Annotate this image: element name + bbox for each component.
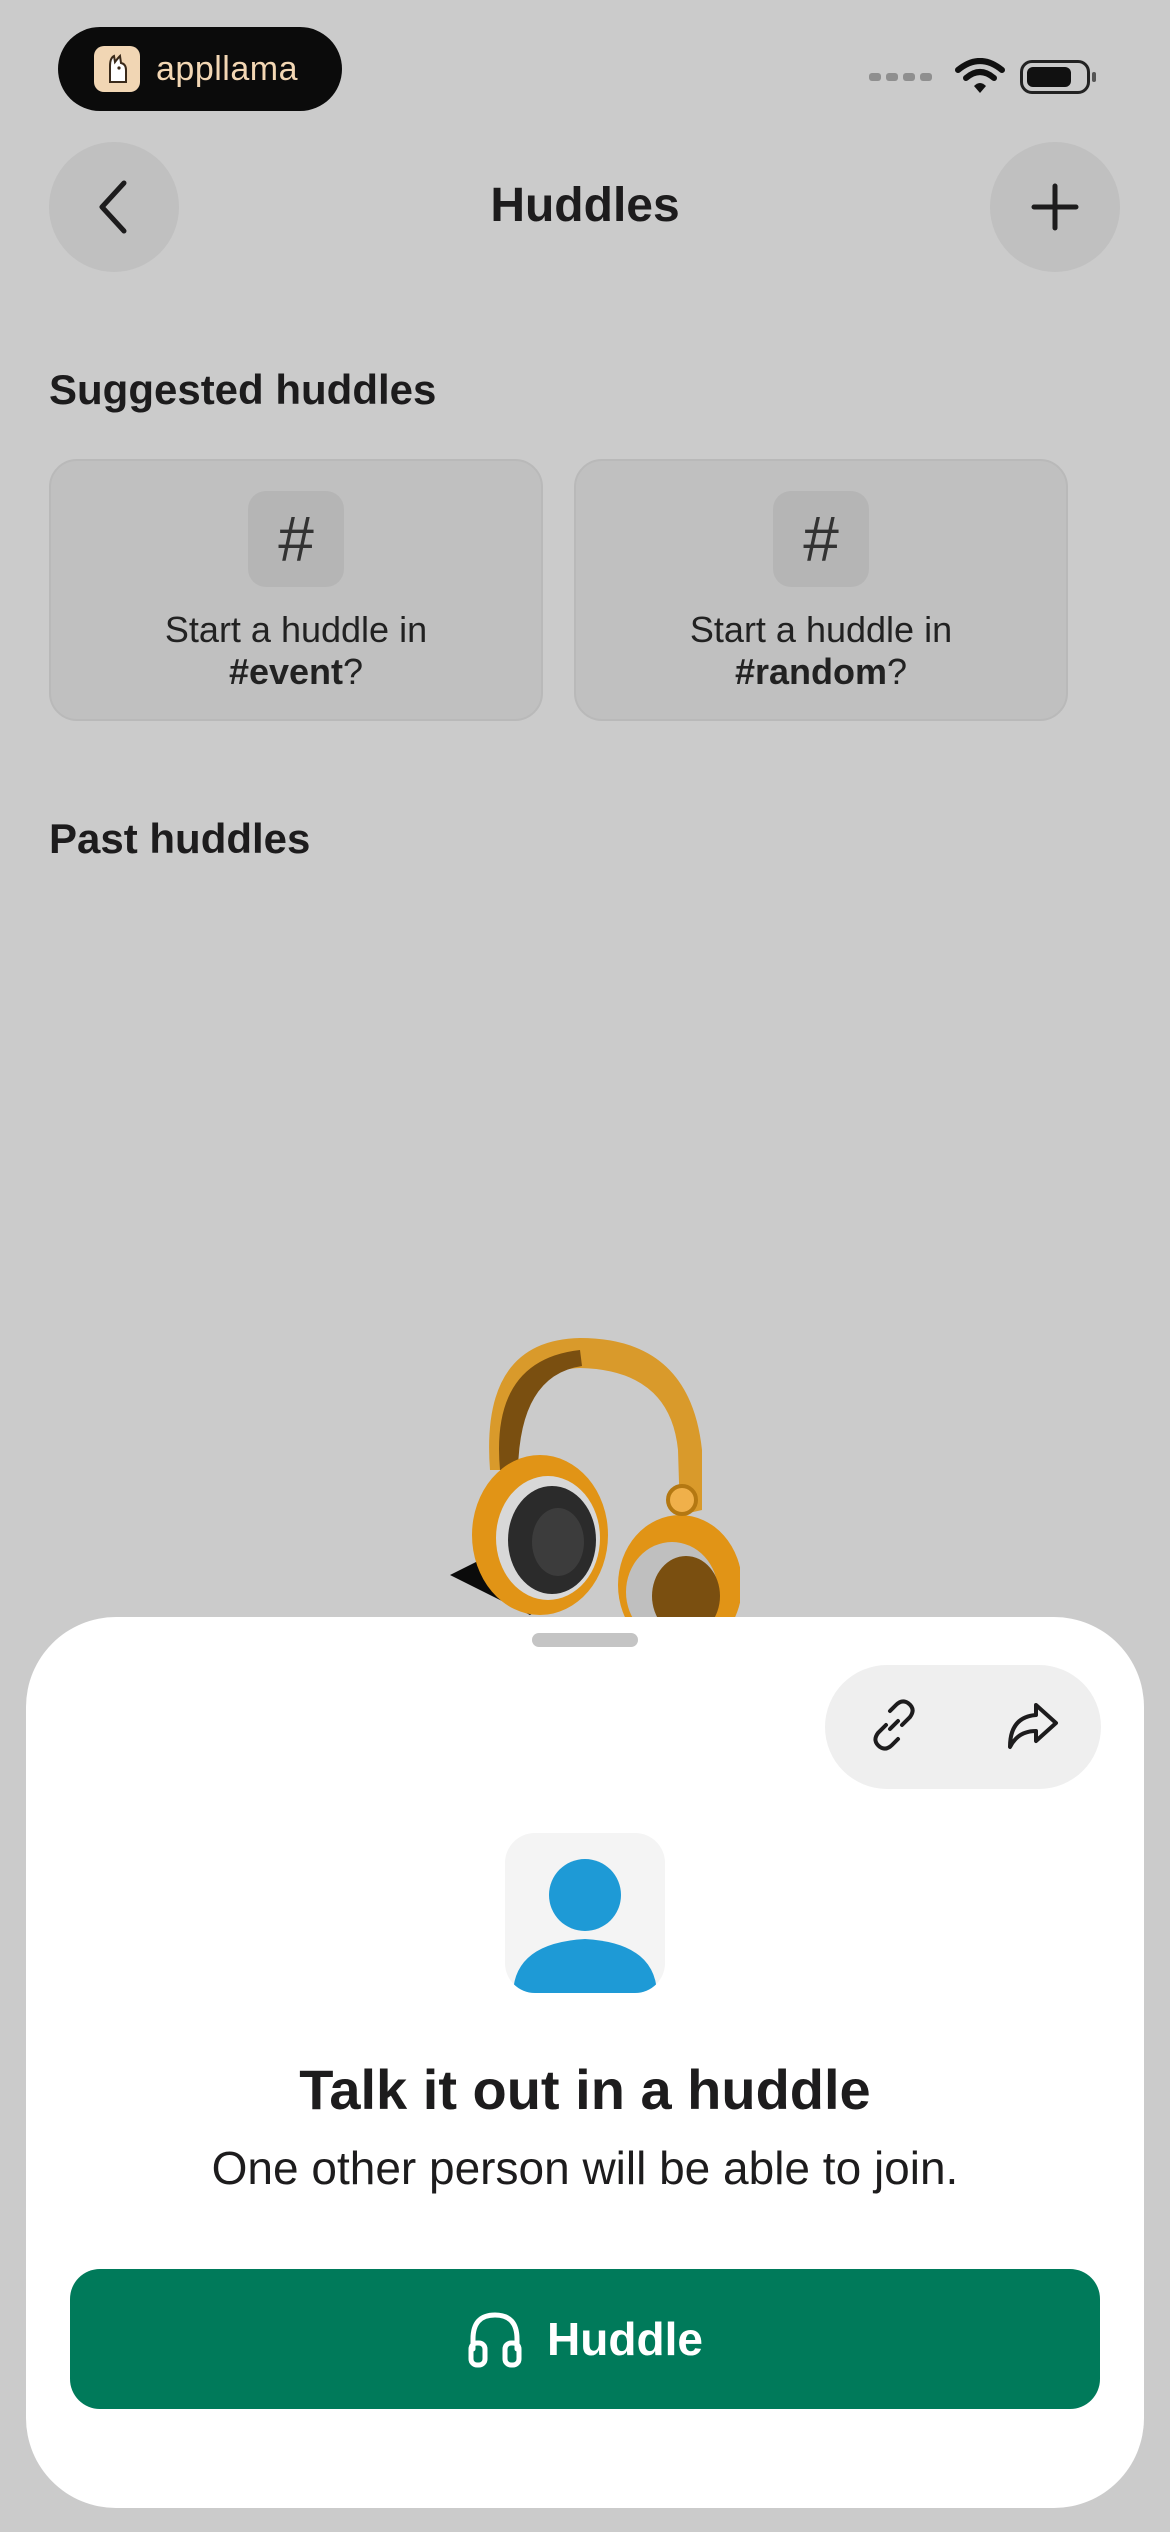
- card-channel: #event?: [51, 651, 541, 693]
- drag-handle[interactable]: [532, 1633, 638, 1647]
- channel-name: #random: [734, 651, 887, 692]
- copy-link-button[interactable]: [864, 1695, 924, 1760]
- question-mark: ?: [887, 651, 908, 692]
- channel-name: #event: [228, 651, 344, 692]
- channel-hash-icon: #: [248, 491, 344, 587]
- battery-icon: [1020, 60, 1096, 94]
- share-button[interactable]: [1002, 1695, 1062, 1760]
- sheet-actions: [825, 1665, 1101, 1789]
- brand-name: appllama: [156, 49, 298, 88]
- sheet-subtitle: One other person will be able to join.: [211, 2142, 959, 2194]
- suggested-huddle-card-random[interactable]: # Start a huddle in #random?: [574, 459, 1068, 721]
- huddle-bottom-sheet: Talk it out in a huddle One other person…: [26, 1617, 1144, 2508]
- suggested-huddles-heading: Suggested huddles: [49, 366, 437, 413]
- headphones-icon: [468, 2312, 522, 2368]
- share-arrow-icon: [1008, 1702, 1058, 1749]
- person-icon: [513, 1859, 657, 1993]
- status-bar: appllama: [0, 0, 1170, 130]
- card-prompt: Start a huddle in: [164, 609, 428, 650]
- suggested-huddle-card-event[interactable]: # Start a huddle in #event?: [49, 459, 543, 721]
- system-icons: [869, 58, 1096, 96]
- headphones-illustration: [450, 1338, 740, 1620]
- link-icon: [873, 1698, 915, 1751]
- llama-logo-icon: [94, 46, 140, 92]
- card-channel: #random?: [576, 651, 1066, 693]
- wifi-icon: [955, 58, 1005, 93]
- question-mark: ?: [343, 651, 364, 692]
- signal-icon: [869, 73, 932, 81]
- sheet-title: Talk it out in a huddle: [299, 2058, 871, 2121]
- huddle-button-label: Huddle: [547, 2313, 703, 2365]
- avatar: [505, 1833, 665, 1993]
- new-huddle-button[interactable]: [990, 142, 1120, 272]
- plus-icon: [1031, 183, 1079, 231]
- channel-hash-icon: #: [773, 491, 869, 587]
- brand-badge: appllama: [58, 27, 342, 111]
- start-huddle-button[interactable]: Huddle: [70, 2269, 1100, 2409]
- card-prompt: Start a huddle in: [689, 609, 953, 650]
- past-huddles-heading: Past huddles: [49, 815, 311, 862]
